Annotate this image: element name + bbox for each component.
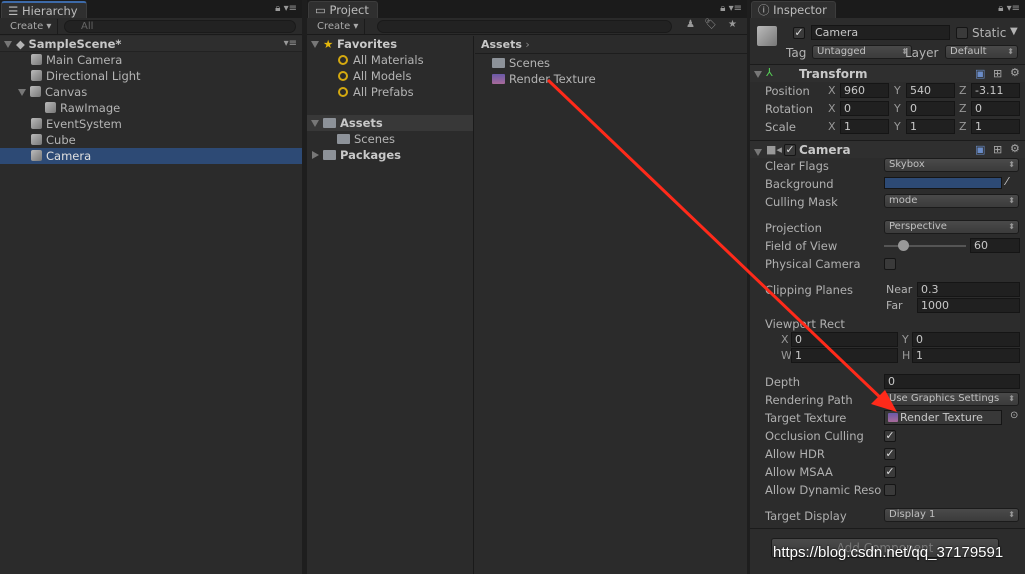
annotation-arrow: [546, 78, 897, 412]
watermark: https://blog.csdn.net/qq_37179591: [773, 544, 1004, 561]
arrow-line: [546, 78, 887, 404]
